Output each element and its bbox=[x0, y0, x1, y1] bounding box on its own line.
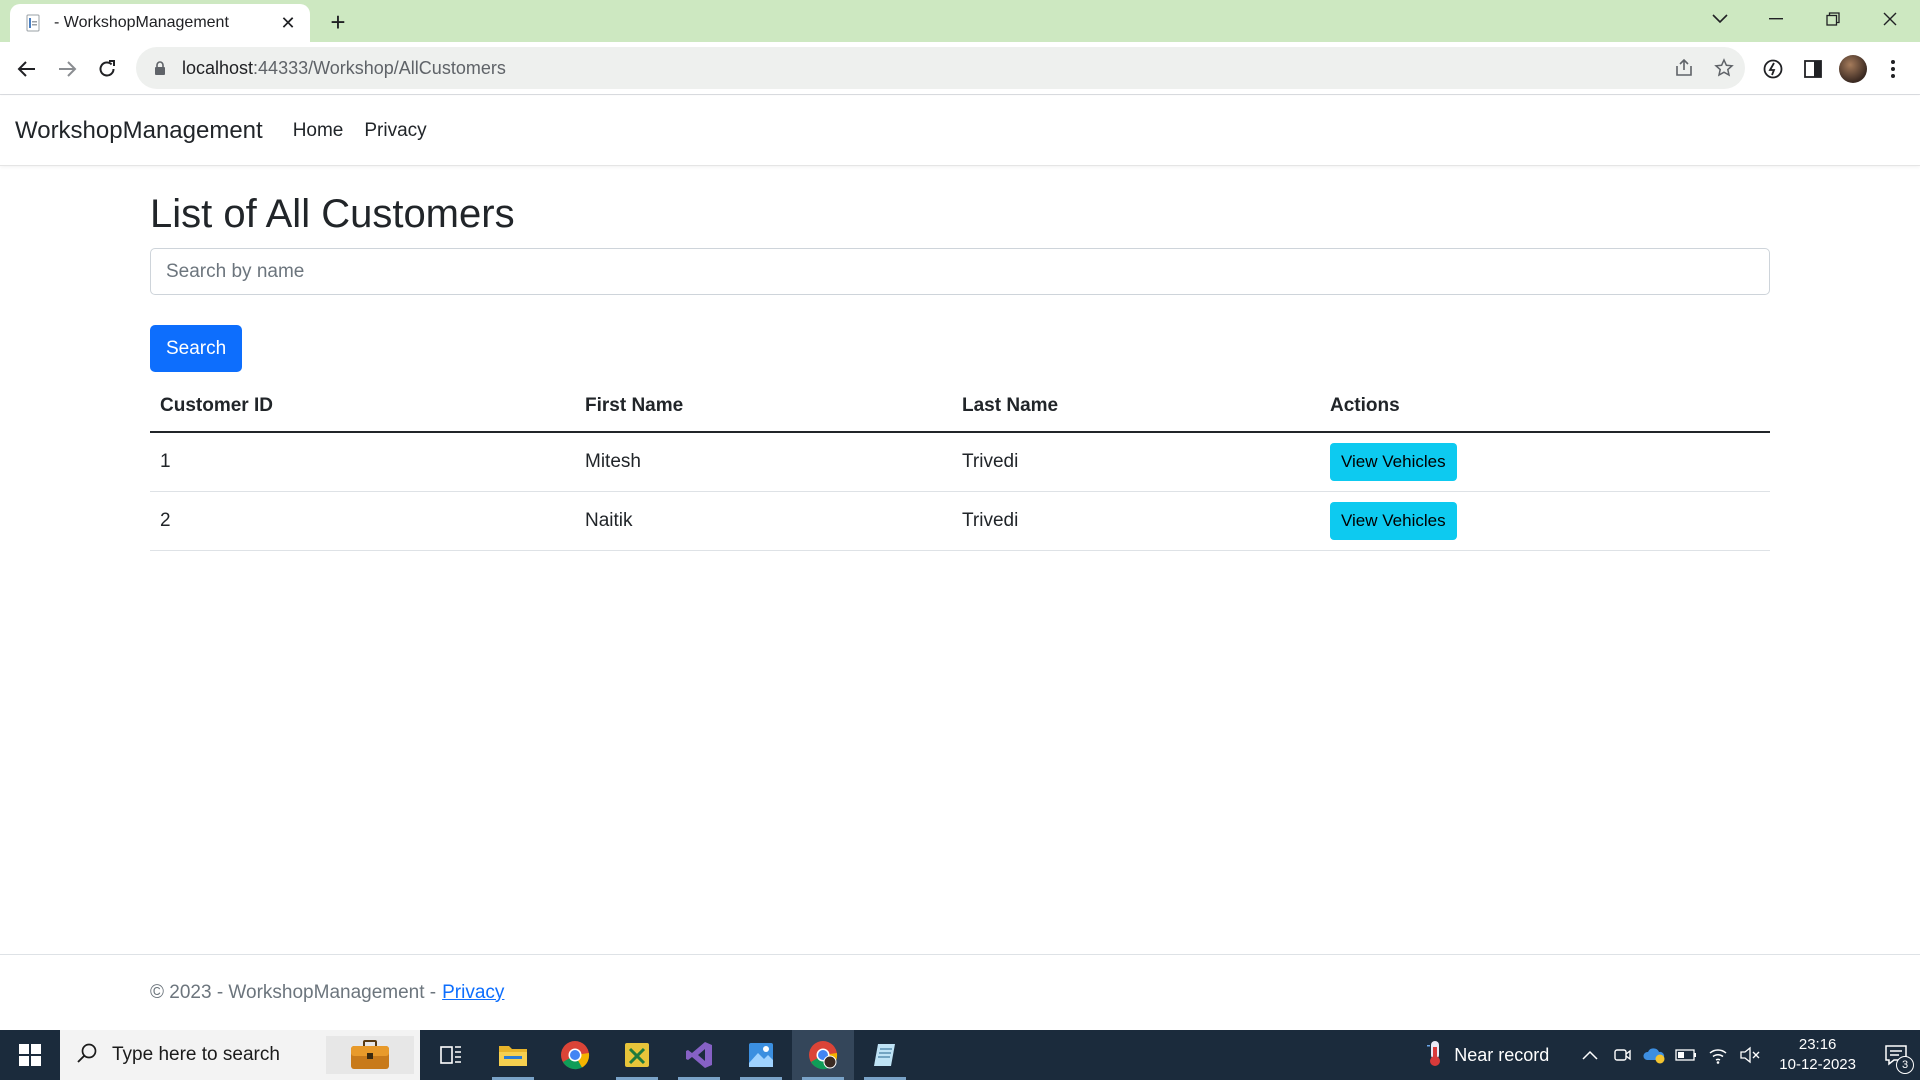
first-name-cell: Mitesh bbox=[575, 432, 952, 492]
windows-start-icon[interactable] bbox=[0, 1030, 60, 1080]
browser-tab[interactable]: - WorkshopManagement ✕ bbox=[10, 4, 310, 42]
clock-time: 23:16 bbox=[1798, 1036, 1837, 1053]
reload-icon[interactable] bbox=[92, 54, 122, 84]
profile-avatar[interactable] bbox=[1838, 54, 1868, 84]
address-bar[interactable]: localhost:44333/Workshop/AllCustomers bbox=[136, 47, 1745, 89]
page-favicon-icon bbox=[24, 13, 44, 33]
table-row: 1 Mitesh Trivedi View Vehicles bbox=[150, 432, 1770, 492]
actions-cell: View Vehicles bbox=[1320, 491, 1770, 551]
column-header-first-name: First Name bbox=[575, 380, 952, 433]
file-explorer-icon[interactable] bbox=[482, 1030, 544, 1080]
actions-cell: View Vehicles bbox=[1320, 432, 1770, 492]
bookmark-star-icon[interactable] bbox=[1711, 55, 1737, 81]
main-content: List of All Customers Search Customer ID… bbox=[150, 166, 1770, 551]
url-text[interactable]: localhost:44333/Workshop/AllCustomers bbox=[182, 58, 506, 79]
table-row: 2 Naitik Trivedi View Vehicles bbox=[150, 491, 1770, 551]
excel-like-app-icon[interactable] bbox=[606, 1030, 668, 1080]
nav-link-home[interactable]: Home bbox=[293, 120, 344, 142]
taskbar-search-box[interactable]: Type here to search bbox=[60, 1030, 420, 1080]
task-view-icon[interactable] bbox=[420, 1030, 482, 1080]
column-header-last-name: Last Name bbox=[952, 380, 1320, 433]
footer-copyright: © 2023 - WorkshopManagement - bbox=[150, 981, 437, 1003]
column-header-actions: Actions bbox=[1320, 380, 1770, 433]
page-footer: © 2023 - WorkshopManagement - Privacy bbox=[0, 954, 1920, 1030]
site-navbar: WorkshopManagement Home Privacy bbox=[0, 96, 1920, 166]
column-header-customer-id: Customer ID bbox=[150, 380, 575, 433]
chevron-up-icon[interactable] bbox=[1577, 1042, 1603, 1068]
view-vehicles-button[interactable]: View Vehicles bbox=[1330, 501, 1457, 540]
meet-now-icon[interactable] bbox=[1609, 1042, 1635, 1068]
browser-toolbar: localhost:44333/Workshop/AllCustomers bbox=[0, 42, 1920, 95]
search-input[interactable] bbox=[150, 248, 1770, 295]
minimize-icon[interactable] bbox=[1756, 0, 1796, 38]
visual-studio-icon[interactable] bbox=[668, 1030, 730, 1080]
customer-id-cell: 1 bbox=[150, 432, 575, 492]
system-tray: Near record 23:16 10-12-2023 3 bbox=[1426, 1030, 1920, 1080]
search-icon bbox=[76, 1042, 98, 1069]
page-title: List of All Customers bbox=[150, 192, 515, 236]
view-vehicles-button[interactable]: View Vehicles bbox=[1330, 442, 1457, 481]
share-icon[interactable] bbox=[1671, 55, 1697, 81]
tab-title: - WorkshopManagement bbox=[54, 14, 229, 31]
nav-link-privacy[interactable]: Privacy bbox=[364, 120, 426, 142]
notification-badge: 3 bbox=[1896, 1056, 1914, 1074]
battery-icon[interactable] bbox=[1673, 1042, 1699, 1068]
taskbar-search-placeholder: Type here to search bbox=[112, 1044, 280, 1065]
table-header-row: Customer ID First Name Last Name Actions bbox=[150, 380, 1770, 433]
tab-search-chevron-icon[interactable] bbox=[1700, 0, 1740, 38]
first-name-cell: Naitik bbox=[575, 491, 952, 551]
last-name-cell: Trivedi bbox=[952, 432, 1320, 492]
chrome-icon[interactable] bbox=[544, 1030, 606, 1080]
chrome-active-window-icon[interactable] bbox=[792, 1030, 854, 1080]
browser-tab-strip: - WorkshopManagement ✕ + bbox=[0, 0, 1920, 42]
weather-text[interactable]: Near record bbox=[1454, 1045, 1549, 1066]
customer-id-cell: 2 bbox=[150, 491, 575, 551]
back-arrow-icon[interactable] bbox=[12, 54, 42, 84]
onedrive-icon[interactable] bbox=[1641, 1042, 1667, 1068]
brand-link[interactable]: WorkshopManagement bbox=[15, 117, 263, 145]
windows-taskbar: Type here to search Near record 23:16 10… bbox=[0, 1030, 1920, 1080]
new-tab-button[interactable]: + bbox=[324, 9, 352, 37]
close-window-icon[interactable] bbox=[1870, 0, 1910, 38]
wifi-icon[interactable] bbox=[1705, 1042, 1731, 1068]
close-tab-icon[interactable]: ✕ bbox=[278, 13, 298, 33]
side-panel-icon[interactable] bbox=[1798, 54, 1828, 84]
paint-app-icon[interactable] bbox=[730, 1030, 792, 1080]
clock-date: 10-12-2023 bbox=[1779, 1056, 1856, 1073]
extension-icon[interactable] bbox=[1758, 54, 1788, 84]
last-name-cell: Trivedi bbox=[952, 491, 1320, 551]
restore-icon[interactable] bbox=[1813, 0, 1853, 38]
lock-icon[interactable] bbox=[150, 58, 170, 78]
footer-privacy-link[interactable]: Privacy bbox=[442, 982, 504, 1004]
search-button[interactable]: Search bbox=[150, 325, 243, 372]
notification-center-icon[interactable]: 3 bbox=[1872, 1030, 1920, 1080]
speaker-muted-icon[interactable] bbox=[1737, 1042, 1763, 1068]
clock[interactable]: 23:16 10-12-2023 bbox=[1779, 1035, 1856, 1075]
notes-app-icon[interactable] bbox=[854, 1030, 916, 1080]
briefcase-icon[interactable] bbox=[326, 1036, 414, 1074]
thermometer-icon[interactable] bbox=[1426, 1039, 1444, 1072]
customers-table: Customer ID First Name Last Name Actions… bbox=[150, 380, 1770, 551]
forward-arrow-icon[interactable] bbox=[52, 54, 82, 84]
kebab-menu-icon[interactable] bbox=[1878, 54, 1908, 84]
